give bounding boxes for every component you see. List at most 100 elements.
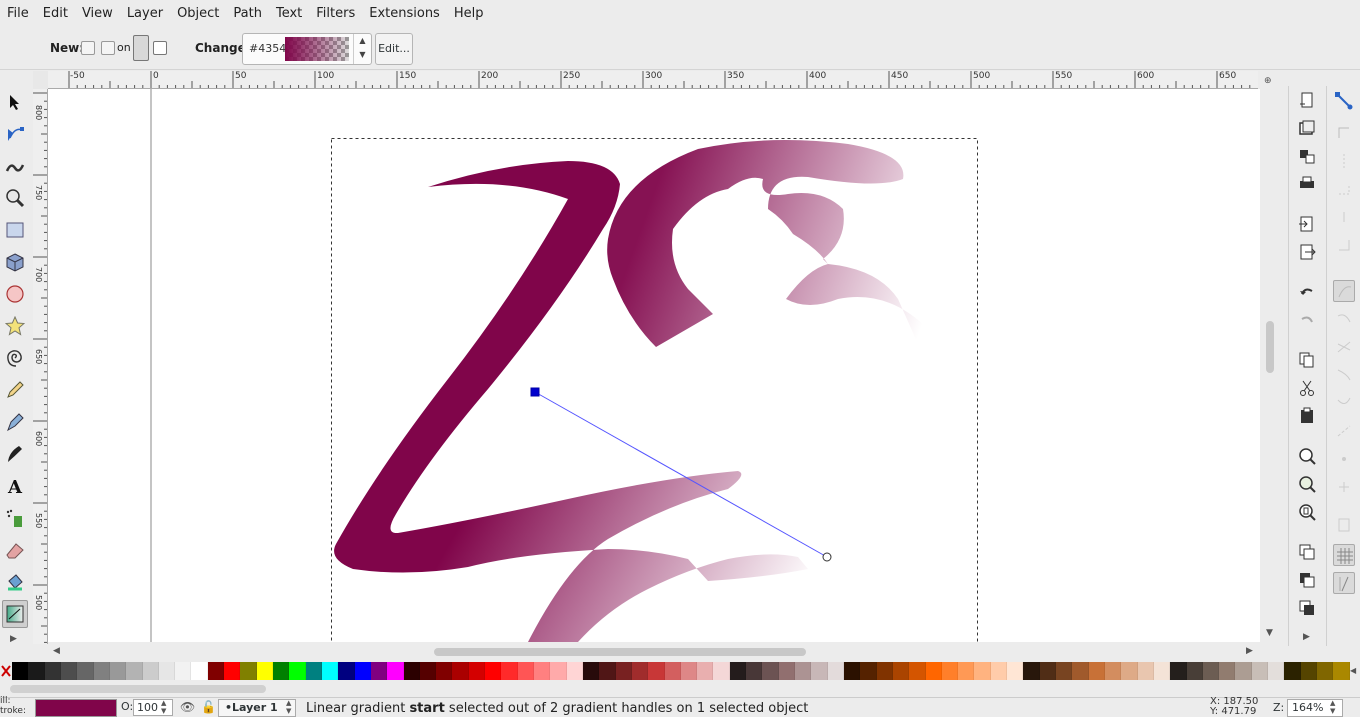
palette-swatch[interactable]: [1219, 662, 1236, 680]
palette-swatch[interactable]: [273, 662, 290, 680]
menu-text[interactable]: Text: [269, 0, 309, 28]
palette-swatch[interactable]: [485, 662, 502, 680]
palette-swatch[interactable]: [305, 662, 322, 680]
palette-swatch[interactable]: [697, 662, 714, 680]
eraser-tool-icon[interactable]: [2, 536, 28, 564]
palette-swatch[interactable]: [615, 662, 632, 680]
commands-more-icon[interactable]: ▶: [1303, 632, 1310, 642]
palette-swatch[interactable]: [631, 662, 649, 680]
unlink-clone-icon[interactable]: [1297, 598, 1317, 618]
palette-swatch[interactable]: [501, 662, 518, 680]
vertical-scroll-thumb[interactable]: [1266, 321, 1274, 373]
palette-swatch[interactable]: [44, 662, 61, 680]
palette-swatch[interactable]: [1088, 662, 1105, 680]
clone-icon[interactable]: [1297, 570, 1317, 590]
palette-swatch[interactable]: [811, 662, 828, 680]
snap-page-border-icon[interactable]: [1333, 514, 1355, 536]
horizontal-scroll-thumb[interactable]: [434, 648, 806, 656]
new-on-stroke-button[interactable]: [153, 41, 167, 55]
zoom-page-icon[interactable]: [1297, 502, 1317, 522]
new-document-icon[interactable]: [1297, 90, 1317, 110]
palette-swatch[interactable]: [795, 662, 812, 680]
palette-swatch[interactable]: [566, 662, 583, 680]
palette-swatch[interactable]: [1268, 662, 1285, 680]
palette-swatch[interactable]: [109, 662, 127, 680]
snap-bbox-midpoint-icon[interactable]: [1333, 206, 1355, 228]
palette-swatch[interactable]: [370, 662, 388, 680]
palette-swatch[interactable]: [974, 662, 991, 680]
new-on-fill-button[interactable]: [133, 35, 149, 61]
toolbox-more-icon[interactable]: ▶: [10, 634, 17, 644]
duplicate-icon[interactable]: [1297, 542, 1317, 562]
palette-swatch[interactable]: [664, 662, 681, 680]
palette-swatch[interactable]: [387, 662, 404, 680]
palette-swatch[interactable]: [1137, 662, 1154, 680]
menu-extensions[interactable]: Extensions: [362, 0, 447, 28]
spiral-tool-icon[interactable]: [2, 344, 28, 372]
palette-swatch[interactable]: [1251, 662, 1269, 680]
lock-icon[interactable]: 🔓: [201, 700, 216, 714]
palette-swatch[interactable]: [468, 662, 486, 680]
snap-cusp-icon[interactable]: [1333, 364, 1355, 386]
opacity-spinbox[interactable]: 100: [133, 699, 173, 716]
paint-bucket-tool-icon[interactable]: [2, 568, 28, 596]
palette-swatch[interactable]: [224, 662, 241, 680]
menu-object[interactable]: Object: [170, 0, 226, 28]
menu-edit[interactable]: Edit: [36, 0, 75, 28]
palette-swatch[interactable]: [12, 662, 29, 680]
snap-grid-icon[interactable]: [1333, 544, 1355, 566]
snap-paths-icon[interactable]: [1333, 308, 1355, 330]
palette-swatch[interactable]: [321, 662, 339, 680]
palette-swatch[interactable]: [1023, 662, 1040, 680]
zoom-spin-icon[interactable]: ▲ ▼: [1330, 699, 1335, 715]
horizontal-ruler[interactable]: -50 0 50 100 150 200 250 300 350 400 450…: [48, 71, 1258, 89]
palette-swatch[interactable]: [599, 662, 616, 680]
gradient-tool-icon[interactable]: [2, 600, 28, 628]
palette-swatch[interactable]: [517, 662, 534, 680]
pencil-tool-icon[interactable]: [2, 376, 28, 404]
open-icon[interactable]: [1297, 118, 1317, 138]
export-icon[interactable]: [1297, 242, 1317, 262]
snap-bbox-center-icon[interactable]: [1333, 234, 1355, 256]
palette-swatch[interactable]: [582, 662, 600, 680]
star-tool-icon[interactable]: [2, 312, 28, 340]
horizontal-scrollbar[interactable]: ◀ ▶: [48, 644, 1278, 660]
palette-swatch[interactable]: [713, 662, 730, 680]
menu-filters[interactable]: Filters: [309, 0, 362, 28]
palette-swatch[interactable]: [452, 662, 469, 680]
text-tool-icon[interactable]: A: [2, 472, 28, 500]
palette-swatch[interactable]: [876, 662, 893, 680]
snap-guide-icon[interactable]: [1333, 572, 1355, 594]
palette-swatch[interactable]: [1104, 662, 1122, 680]
palette-swatch[interactable]: [1317, 662, 1334, 680]
tweak-tool-icon[interactable]: [2, 152, 28, 180]
palette-swatch[interactable]: [958, 662, 975, 680]
opacity-spin-icon[interactable]: ▲ ▼: [161, 699, 166, 715]
palette-swatch[interactable]: [28, 662, 45, 680]
palette-swatch[interactable]: [827, 662, 844, 680]
palette-swatch[interactable]: [403, 662, 420, 680]
palette-swatch[interactable]: [1121, 662, 1138, 680]
menu-layer[interactable]: Layer: [120, 0, 170, 28]
gradient-spin-arrows-icon[interactable]: ▲ ▼: [353, 34, 371, 64]
palette-swatch[interactable]: [158, 662, 176, 680]
palette-swatch[interactable]: [207, 662, 225, 680]
scroll-down-icon[interactable]: ▼: [1266, 628, 1273, 638]
palette-swatch[interactable]: [60, 662, 78, 680]
snap-smooth-icon[interactable]: [1333, 392, 1355, 414]
pen-tool-icon[interactable]: [2, 408, 28, 436]
zoom-selection-icon[interactable]: [1297, 446, 1317, 466]
palette-swatch[interactable]: [1202, 662, 1220, 680]
palette-swatch[interactable]: [1153, 662, 1171, 680]
selector-tool-icon[interactable]: [2, 88, 28, 116]
node-tool-icon[interactable]: [2, 120, 28, 148]
palette-swatch[interactable]: [142, 662, 159, 680]
undo-icon[interactable]: [1297, 282, 1317, 302]
new-radial-button[interactable]: [101, 41, 115, 55]
scroll-right-icon[interactable]: ▶: [1246, 646, 1253, 656]
palette-swatch[interactable]: [93, 662, 110, 680]
ellipse-tool-icon[interactable]: [2, 280, 28, 308]
calligraphy-tool-icon[interactable]: [2, 440, 28, 468]
cut-icon[interactable]: [1297, 378, 1317, 398]
save-icon[interactable]: [1297, 146, 1317, 166]
